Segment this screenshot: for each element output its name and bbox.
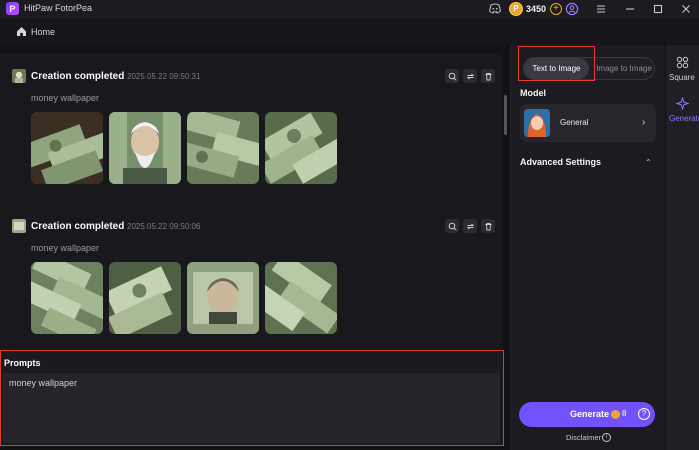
- model-name: General: [560, 118, 589, 127]
- card-prompt: money wallpaper: [31, 243, 100, 253]
- settings-panel: Text to Image Image to Image Model Gener…: [510, 45, 665, 450]
- rail-label-square: Square: [669, 73, 695, 82]
- trash-icon: [485, 222, 491, 230]
- delete-button[interactable]: [481, 69, 495, 83]
- maximize-icon[interactable]: [651, 2, 665, 16]
- image-grid: [31, 112, 337, 184]
- coin-icon: [611, 410, 620, 419]
- generated-image[interactable]: [109, 112, 181, 184]
- advanced-settings-toggle[interactable]: Advanced Settings: [520, 157, 601, 167]
- coin-icon: P: [509, 1, 523, 16]
- card-title: Creation completed: [31, 221, 125, 232]
- breadcrumb: Home: [0, 18, 699, 45]
- model-label: Model: [520, 88, 546, 98]
- prompt-text[interactable]: money wallpaper: [9, 378, 77, 388]
- refresh-icon: [466, 223, 474, 229]
- home-icon[interactable]: [16, 26, 27, 37]
- model-thumbnail: [524, 109, 550, 137]
- model-selector[interactable]: General ›: [520, 104, 656, 142]
- disclaimer-link[interactable]: Disclaimer: [566, 433, 601, 442]
- menu-icon[interactable]: [594, 2, 608, 16]
- chevron-right-icon: ›: [642, 117, 646, 128]
- prompts-title: Prompts: [4, 358, 41, 368]
- card-title: Creation completed: [31, 71, 125, 82]
- generate-button[interactable]: Generate 8 ?: [519, 402, 655, 427]
- chevron-up-icon[interactable]: ⌃: [645, 158, 652, 167]
- help-icon[interactable]: ?: [638, 408, 650, 420]
- card-timestamp: 2025.05.22 09:50:31: [127, 72, 201, 81]
- generated-image[interactable]: [187, 112, 259, 184]
- right-rail: Square Generate: [666, 45, 699, 450]
- creation-thumbnail-icon: [12, 69, 26, 83]
- title-bar: P HitPaw FotorPea P 3450 +: [0, 0, 699, 18]
- app-logo-icon: P: [6, 2, 19, 15]
- creation-feed: Creation completed 2025.05.22 09:50:31 m…: [0, 45, 510, 350]
- regenerate-button[interactable]: [463, 219, 477, 233]
- discord-icon[interactable]: [488, 2, 502, 15]
- refresh-icon: [466, 73, 474, 79]
- square-grid-icon: [676, 56, 689, 69]
- generated-image[interactable]: [31, 262, 103, 334]
- creation-thumbnail-icon: [12, 219, 26, 233]
- account-icon[interactable]: [565, 2, 579, 16]
- generated-image[interactable]: [265, 262, 337, 334]
- card-actions: [445, 69, 495, 83]
- tab-image-to-image[interactable]: Image to Image: [594, 58, 654, 79]
- card-prompt: money wallpaper: [31, 93, 100, 103]
- rail-item-square[interactable]: Square: [666, 50, 699, 86]
- creation-card: Creation completed 2025.05.22 09:50:31 m…: [0, 53, 502, 203]
- feed-scrollbar[interactable]: [504, 95, 507, 135]
- regenerate-button[interactable]: [463, 69, 477, 83]
- generate-label: Generate: [570, 409, 610, 419]
- zoom-icon: [448, 222, 457, 231]
- rail-label-generate: Generate: [669, 114, 699, 123]
- generated-image[interactable]: [187, 262, 259, 334]
- prompt-input[interactable]: money wallpaper: [3, 373, 500, 443]
- generated-image[interactable]: [109, 262, 181, 334]
- card-timestamp: 2025.05.22 09:50:06: [127, 222, 201, 231]
- close-icon[interactable]: [679, 2, 693, 16]
- rail-item-generate[interactable]: Generate: [666, 91, 699, 127]
- minimize-icon[interactable]: [623, 2, 637, 16]
- add-coins-icon[interactable]: +: [550, 2, 563, 15]
- prompts-panel: Prompts money wallpaper: [0, 350, 504, 446]
- info-icon[interactable]: i: [602, 433, 611, 442]
- card-actions: [445, 219, 495, 233]
- sparkle-icon: [676, 97, 689, 110]
- generated-image[interactable]: [265, 112, 337, 184]
- home-link[interactable]: Home: [31, 27, 55, 37]
- coin-balance[interactable]: P 3450 +: [509, 1, 563, 16]
- zoom-button[interactable]: [445, 219, 459, 233]
- coin-count: 3450: [526, 3, 547, 14]
- generate-cost: 8: [622, 409, 627, 418]
- image-grid: [31, 262, 337, 334]
- zoom-button[interactable]: [445, 69, 459, 83]
- trash-icon: [485, 72, 491, 80]
- delete-button[interactable]: [481, 219, 495, 233]
- highlight-box: [518, 46, 595, 81]
- zoom-icon: [448, 72, 457, 81]
- generated-image[interactable]: [31, 112, 103, 184]
- creation-card: Creation completed 2025.05.22 09:50:06 m…: [0, 203, 502, 350]
- app-title: HitPaw FotorPea: [24, 3, 93, 13]
